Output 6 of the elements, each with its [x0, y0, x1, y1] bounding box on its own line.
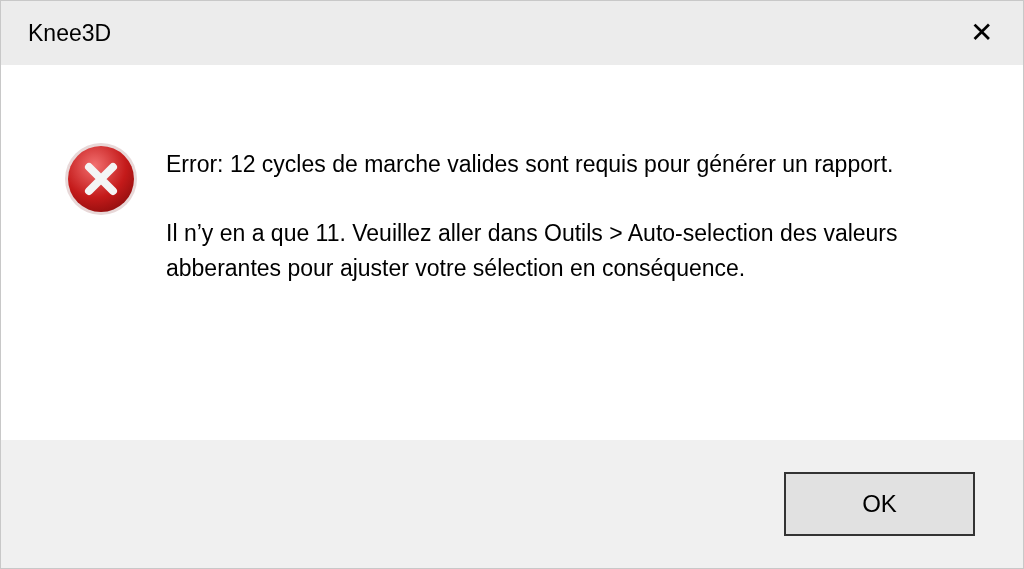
message-text: Il n’y en a que 11. Veuillez aller dans Outils > Auto-selection des valeurs abberantes pour ajuster votre sélection en conséquence. — [166, 219, 899, 283]
window-title: Knee3D — [28, 18, 112, 48]
error-icon — [63, 141, 139, 217]
ok-button[interactable]: OK — [784, 472, 975, 536]
close-button[interactable]: ✕ — [970, 19, 993, 47]
message-text: Error: 12 cycles de marche valides sont requis pour générer un rapport. — [166, 150, 895, 179]
